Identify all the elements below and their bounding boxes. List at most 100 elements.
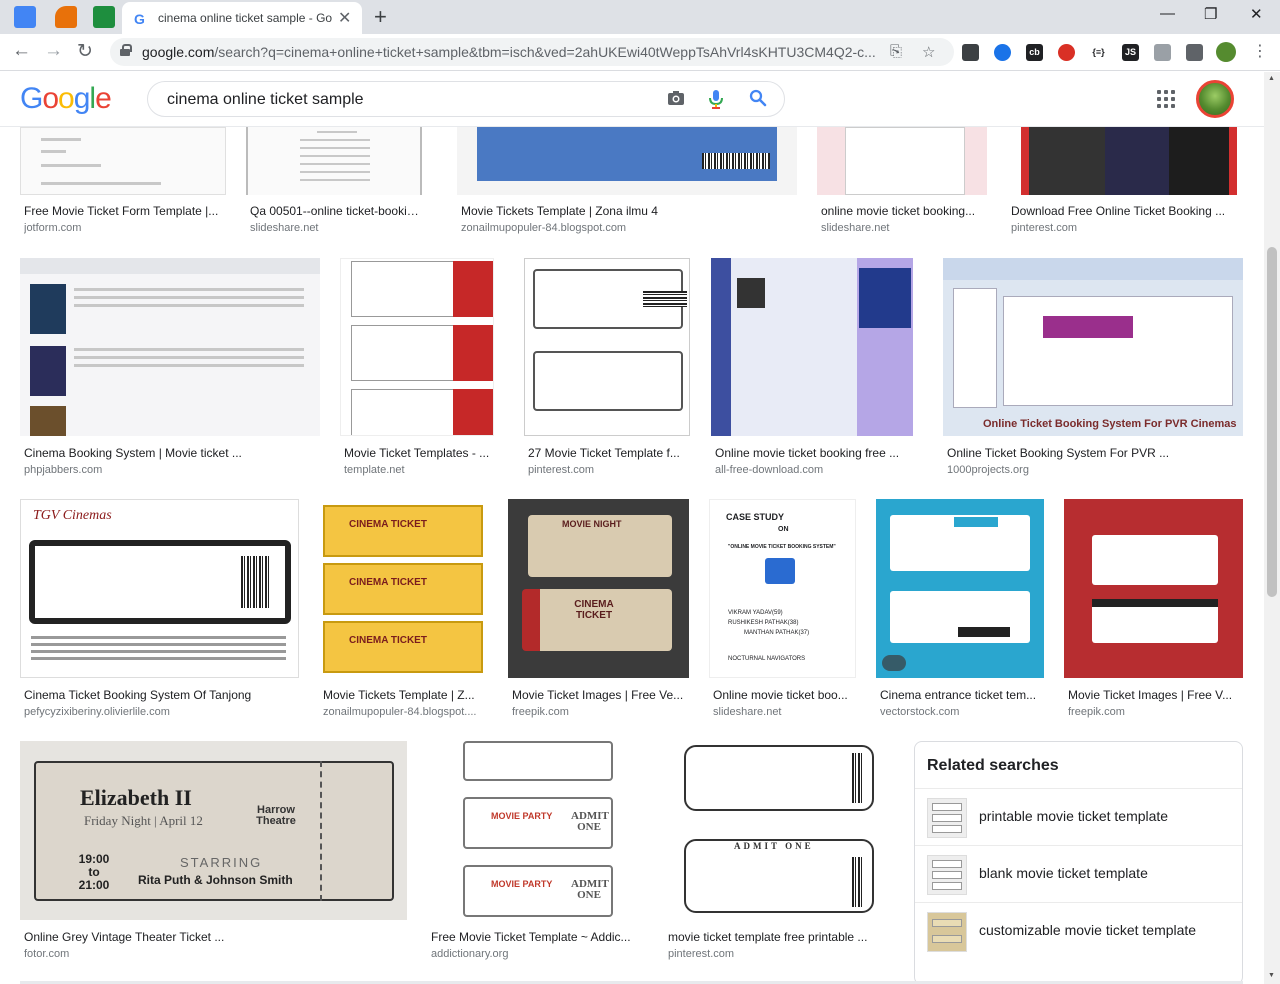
pinned-tab-app[interactable] bbox=[55, 6, 77, 28]
result-source[interactable]: zonailmupopuler-84.blogspot.... bbox=[323, 706, 487, 718]
tab-active[interactable]: G cinema online ticket sample - Go ✕ bbox=[122, 2, 362, 34]
result-source[interactable]: zonailmupopuler-84.blogspot.com bbox=[461, 222, 797, 234]
result-thumbnail[interactable] bbox=[1064, 499, 1243, 678]
result-caption[interactable]: Qa 00501--online ticket-booking... bbox=[250, 204, 422, 218]
forward-button[interactable]: → bbox=[44, 40, 63, 62]
related-item[interactable]: customizable movie ticket template bbox=[915, 902, 1242, 959]
chrome-menu-icon[interactable]: ⋮ bbox=[1252, 41, 1268, 61]
image-result[interactable]: ADMIT ONE movie ticket template free pri… bbox=[664, 741, 894, 961]
camera-search-icon[interactable] bbox=[666, 88, 686, 113]
restore-button[interactable]: ❐ bbox=[1204, 5, 1217, 23]
new-tab-button[interactable]: + bbox=[374, 4, 387, 30]
result-caption[interactable]: Online Grey Vintage Theater Ticket ... bbox=[24, 930, 407, 944]
result-source[interactable]: vectorstock.com bbox=[880, 706, 1044, 718]
result-source[interactable]: template.net bbox=[344, 464, 494, 476]
image-result[interactable]: Movie Tickets Template | Zona ilmu 4 zon… bbox=[457, 127, 797, 237]
extension-js-icon[interactable]: JS bbox=[1122, 44, 1139, 61]
result-thumbnail[interactable] bbox=[340, 258, 494, 436]
related-thumbnail[interactable] bbox=[927, 855, 967, 895]
image-result[interactable]: CINEMA TICKET CINEMA TICKET CINEMA TICKE… bbox=[319, 499, 487, 719]
image-result[interactable]: Movie Ticket Images | Free V... freepik.… bbox=[1064, 499, 1243, 719]
result-source[interactable]: slideshare.net bbox=[821, 222, 987, 234]
extension-cb-icon[interactable]: cb bbox=[1026, 44, 1043, 61]
image-result[interactable]: MOVIE PARTY ADMIT ONE MOVIE PARTY ADMIT … bbox=[427, 741, 644, 961]
result-caption[interactable]: Cinema Booking System | Movie ticket ... bbox=[24, 446, 320, 460]
search-input[interactable] bbox=[167, 89, 647, 111]
image-result[interactable]: 27 Movie Ticket Template f... pinterest.… bbox=[524, 258, 690, 478]
image-result[interactable]: CASE STUDY ON "ONLINE MOVIE TICKET BOOKI… bbox=[709, 499, 856, 719]
result-caption[interactable]: Movie Ticket Images | Free Ve... bbox=[512, 688, 689, 702]
result-thumbnail[interactable]: CINEMA TICKET CINEMA TICKET CINEMA TICKE… bbox=[319, 499, 487, 678]
result-source[interactable]: slideshare.net bbox=[250, 222, 422, 234]
image-result[interactable]: Movie Ticket Templates - ... template.ne… bbox=[340, 258, 494, 478]
result-source[interactable]: freepik.com bbox=[512, 706, 689, 718]
image-result[interactable]: TGV Cinemas Cinema Ticket Booking System… bbox=[20, 499, 299, 719]
result-source[interactable]: pinterest.com bbox=[668, 948, 894, 960]
result-thumbnail[interactable]: TGV Cinemas bbox=[20, 499, 299, 678]
search-icon[interactable] bbox=[748, 88, 768, 113]
result-thumbnail[interactable] bbox=[817, 127, 987, 195]
result-thumbnail[interactable]: CASE STUDY ON "ONLINE MOVIE TICKET BOOKI… bbox=[709, 499, 856, 678]
minimize-button[interactable]: — bbox=[1160, 5, 1175, 22]
result-thumbnail[interactable] bbox=[524, 258, 690, 436]
image-result[interactable]: Online movie ticket booking free ... all… bbox=[711, 258, 922, 478]
image-result[interactable]: Free Movie Ticket Form Template |... jot… bbox=[20, 127, 226, 237]
result-caption[interactable]: Online movie ticket boo... bbox=[713, 688, 856, 702]
extension-globe-icon[interactable] bbox=[994, 44, 1011, 61]
close-window-button[interactable]: ✕ bbox=[1250, 5, 1263, 23]
result-source[interactable]: pefycyzixiberiny.olivierlile.com bbox=[24, 706, 299, 718]
related-item[interactable]: printable movie ticket template bbox=[915, 788, 1242, 845]
result-thumbnail[interactable] bbox=[20, 127, 226, 195]
image-result[interactable]: Online Ticket Booking System For PVR Cin… bbox=[943, 258, 1243, 478]
result-thumbnail[interactable] bbox=[246, 127, 422, 195]
result-thumbnail[interactable] bbox=[20, 258, 320, 436]
result-caption[interactable]: Free Movie Ticket Template ~ Addic... bbox=[431, 930, 644, 944]
url-text[interactable]: google.com/search?q=cinema+online+ticket… bbox=[142, 44, 882, 60]
microphone-icon[interactable] bbox=[706, 88, 726, 115]
result-caption[interactable]: online movie ticket booking... bbox=[821, 204, 987, 218]
image-result[interactable]: Download Free Online Ticket Booking ... … bbox=[1007, 127, 1243, 237]
result-source[interactable]: freepik.com bbox=[1068, 706, 1243, 718]
result-thumbnail[interactable] bbox=[876, 499, 1044, 678]
result-thumbnail[interactable]: MOVIE NIGHT CINEMA TICKET bbox=[508, 499, 689, 678]
back-button[interactable]: ← bbox=[12, 40, 31, 62]
related-thumbnail[interactable] bbox=[927, 912, 967, 952]
result-caption[interactable]: Online movie ticket booking free ... bbox=[715, 446, 922, 460]
related-item[interactable]: blank movie ticket template bbox=[915, 845, 1242, 902]
image-result[interactable]: Cinema entrance ticket tem... vectorstoc… bbox=[876, 499, 1044, 719]
reload-button[interactable]: ↻ bbox=[77, 40, 93, 63]
result-caption[interactable]: Movie Tickets Template | Zona ilmu 4 bbox=[461, 204, 797, 218]
result-caption[interactable]: Cinema Ticket Booking System Of Tanjong bbox=[24, 688, 299, 702]
result-caption[interactable]: 27 Movie Ticket Template f... bbox=[528, 446, 690, 460]
pinned-tab-checklist[interactable] bbox=[93, 6, 115, 28]
extension-camera-icon[interactable] bbox=[1154, 44, 1171, 61]
account-avatar[interactable] bbox=[1196, 80, 1234, 118]
extension-adblock-icon[interactable] bbox=[1058, 44, 1075, 61]
lock-icon[interactable] bbox=[120, 44, 132, 56]
address-bar[interactable]: google.com/search?q=cinema+online+ticket… bbox=[110, 38, 954, 66]
result-thumbnail[interactable]: Elizabeth II Friday Night | April 12 Har… bbox=[20, 741, 407, 920]
pinned-tab-docs[interactable] bbox=[14, 6, 36, 28]
related-label[interactable]: printable movie ticket template bbox=[979, 808, 1168, 824]
scroll-up-icon[interactable]: ▲ bbox=[1268, 75, 1275, 82]
extension-cube-icon[interactable] bbox=[962, 44, 979, 61]
result-thumbnail[interactable]: MOVIE PARTY ADMIT ONE MOVIE PARTY ADMIT … bbox=[427, 741, 644, 920]
result-source[interactable]: pinterest.com bbox=[528, 464, 690, 476]
close-tab-icon[interactable]: ✕ bbox=[338, 8, 351, 28]
related-thumbnail[interactable] bbox=[927, 798, 967, 838]
result-source[interactable]: 1000projects.org bbox=[947, 464, 1243, 476]
related-label[interactable]: customizable movie ticket template bbox=[979, 922, 1196, 938]
image-result[interactable]: Elizabeth II Friday Night | April 12 Har… bbox=[20, 741, 407, 961]
result-source[interactable]: pinterest.com bbox=[1011, 222, 1243, 234]
translate-icon[interactable]: ⎘ bbox=[890, 43, 902, 60]
result-thumbnail[interactable] bbox=[1007, 127, 1243, 195]
page-scrollbar[interactable]: ▲ ▼ bbox=[1264, 72, 1280, 984]
google-logo[interactable]: Google bbox=[20, 82, 112, 116]
result-thumbnail[interactable] bbox=[457, 127, 797, 195]
image-result[interactable]: online movie ticket booking... slideshar… bbox=[817, 127, 987, 237]
result-source[interactable]: phpjabbers.com bbox=[24, 464, 320, 476]
result-thumbnail[interactable] bbox=[711, 258, 922, 436]
image-result[interactable]: Cinema Booking System | Movie ticket ...… bbox=[20, 258, 320, 478]
result-caption[interactable]: Movie Tickets Template | Z... bbox=[323, 688, 487, 702]
related-label[interactable]: blank movie ticket template bbox=[979, 865, 1148, 881]
